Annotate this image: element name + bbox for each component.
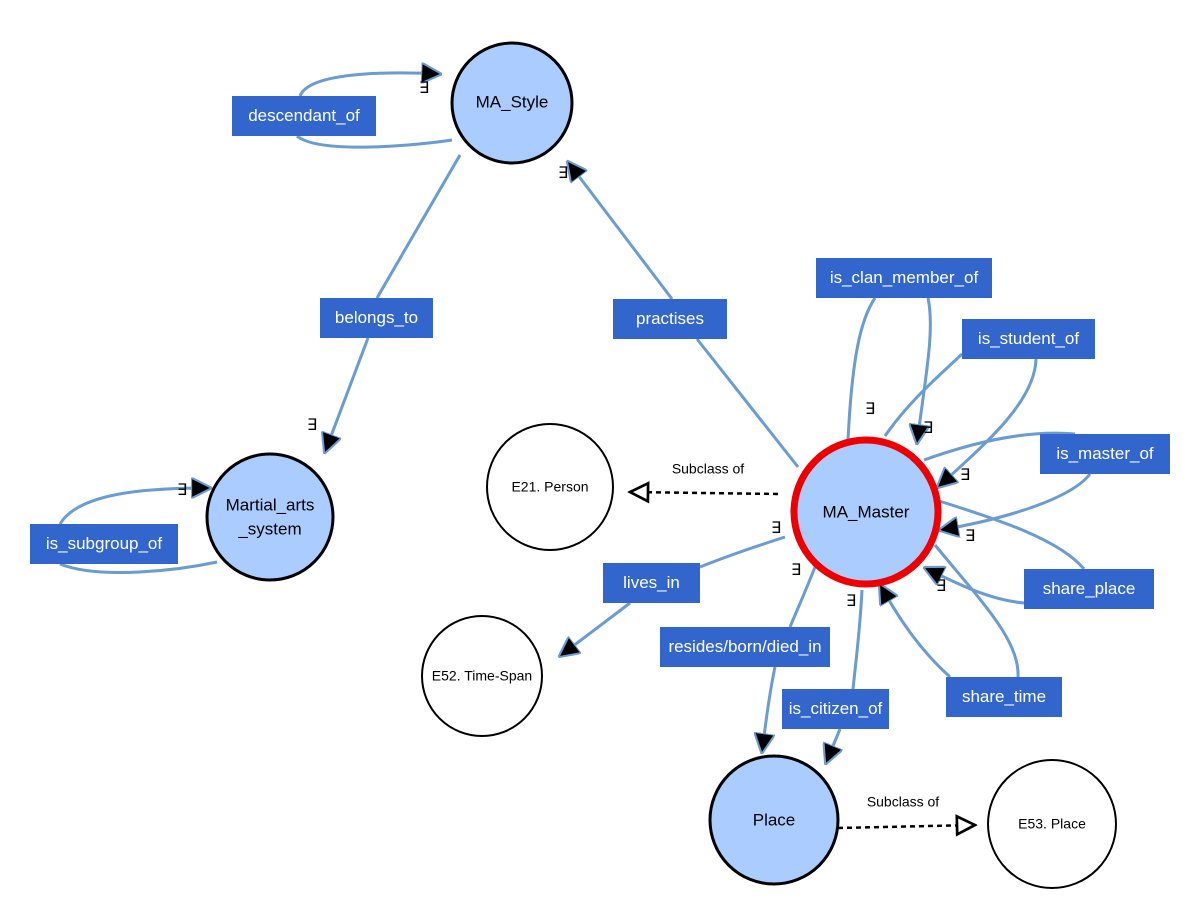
node-e53-place[interactable]: E53. Place [987, 759, 1117, 889]
edge-belongs-to-b [325, 337, 370, 452]
diagram-canvas: MA_Style Martial_arts _system MA_Master … [58, 41, 1117, 889]
edge-practises-b [568, 162, 674, 300]
edge-lives-in-a [699, 535, 786, 569]
label-practises[interactable]: practises [613, 299, 727, 339]
exists-marker: ∃ [177, 482, 187, 499]
node-label: Place [753, 810, 796, 829]
label-is-subgroup-of[interactable]: is_subgroup_of [30, 524, 178, 564]
subclass-label-person: Subclass of [672, 461, 744, 477]
exists-marker: ∃ [936, 578, 946, 595]
node-label: MA_Style [476, 92, 549, 111]
label-is-citizen-of[interactable]: is_citizen_of [782, 689, 889, 729]
label-share-place[interactable]: share_place [1024, 569, 1154, 609]
edge-share-time-a [933, 544, 1020, 678]
label-share-time[interactable]: share_time [946, 677, 1062, 717]
edge-citizen-b [826, 728, 840, 763]
node-label: MA_Master [823, 502, 910, 521]
node-label: _system [237, 519, 301, 538]
exists-marker: ∃ [307, 417, 317, 434]
node-e21-person[interactable]: E21. Person [486, 423, 614, 551]
exists-marker: ∃ [960, 467, 970, 484]
node-place[interactable]: Place [708, 754, 840, 886]
edge-practises-a [695, 338, 800, 468]
edge-lives-in-b [560, 601, 631, 656]
node-ma-master[interactable]: MA_Master [790, 436, 942, 588]
exists-marker: ∃ [791, 562, 801, 579]
node-ma-style[interactable]: MA_Style [450, 41, 574, 165]
node-label: Martial_arts [226, 495, 315, 514]
edge-belongs-to-a [375, 154, 462, 299]
node-martial-arts-system[interactable]: Martial_arts _system [205, 452, 335, 582]
ontology-diagram: MA_Style Martial_arts _system MA_Master … [0, 0, 1200, 912]
exists-marker: ∃ [419, 80, 429, 97]
exists-marker: ∃ [865, 401, 875, 418]
label-belongs-to[interactable]: belongs_to [320, 298, 433, 338]
label-is-master-of[interactable]: is_master_of [1040, 434, 1170, 474]
edge-share-time-b [880, 585, 952, 679]
exists-marker: ∃ [558, 165, 568, 182]
subclass-label-place: Subclass of [867, 794, 939, 810]
subclass-edge-person [630, 492, 779, 494]
exists-marker: ∃ [846, 593, 856, 610]
edge-student-b [938, 358, 1038, 487]
node-e52-time-span[interactable]: E52. Time-Span [421, 615, 543, 737]
node-label: E52. Time-Span [432, 668, 532, 684]
edge-subgroup-out [58, 488, 210, 525]
label-is-clan-member-of[interactable]: is_clan_member_of [816, 258, 992, 298]
edge-resides-b [762, 666, 777, 752]
exists-marker: ∃ [923, 420, 933, 437]
exists-marker: ∃ [771, 520, 781, 537]
label-is-student-of[interactable]: is_student_of [962, 319, 1095, 359]
label-resides-born-died-in[interactable]: resides/born/died_in [660, 627, 830, 667]
node-label: E21. Person [511, 479, 588, 495]
exists-marker: ∃ [965, 528, 975, 545]
edge-descendant-of-in [296, 134, 453, 149]
edge-share-place-a [935, 498, 1086, 570]
node-label: E53. Place [1018, 816, 1086, 832]
edge-clan-a [846, 297, 877, 441]
subclass-edge-place [837, 825, 975, 828]
label-lives-in[interactable]: lives_in [603, 563, 700, 603]
label-descendant-of[interactable]: descendant_of [232, 96, 376, 136]
